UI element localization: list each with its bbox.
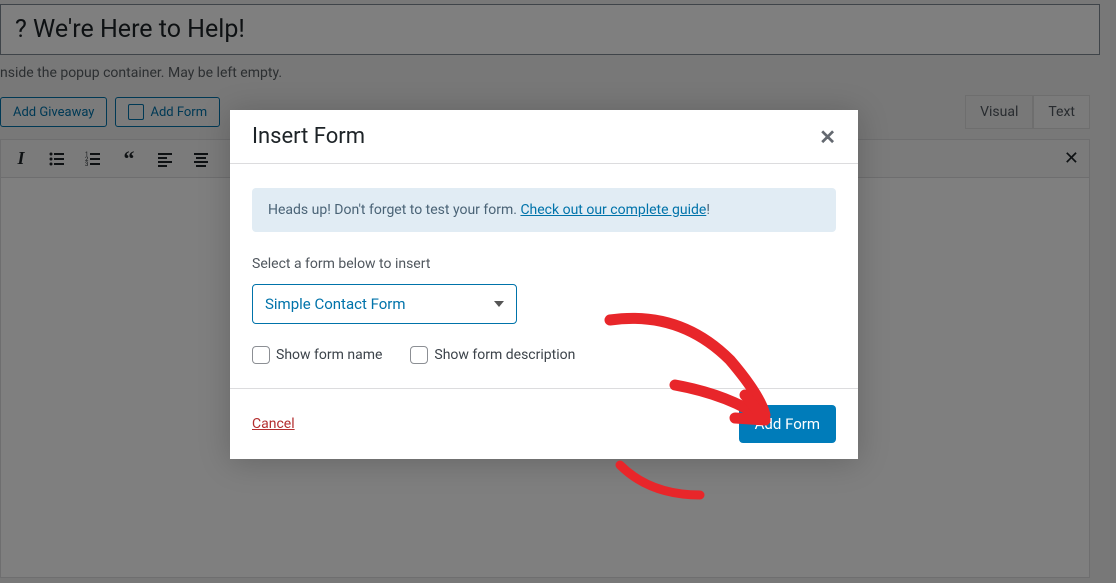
show-form-name-checkbox[interactable] (252, 346, 270, 364)
alert-banner: Heads up! Don't forget to test your form… (252, 188, 836, 232)
form-select[interactable]: Simple Contact Form (252, 284, 517, 324)
chevron-down-icon (494, 301, 504, 307)
modal-title: Insert Form (252, 124, 365, 149)
show-form-description-label: Show form description (434, 347, 575, 363)
close-icon[interactable]: ✕ (819, 125, 836, 149)
alert-link[interactable]: Check out our complete guide (520, 202, 706, 218)
alert-text-prefix: Heads up! Don't forget to test your form… (268, 202, 520, 218)
cancel-button[interactable]: Cancel (252, 416, 295, 432)
alert-text-suffix: ! (706, 202, 710, 218)
selected-form-label: Simple Contact Form (265, 295, 406, 313)
instruction-text: Select a form below to insert (252, 256, 836, 272)
show-form-description-checkbox[interactable] (410, 346, 428, 364)
add-form-submit-button[interactable]: Add Form (739, 405, 836, 443)
insert-form-modal: Insert Form ✕ Heads up! Don't forget to … (230, 110, 858, 459)
show-form-name-label: Show form name (276, 347, 382, 363)
